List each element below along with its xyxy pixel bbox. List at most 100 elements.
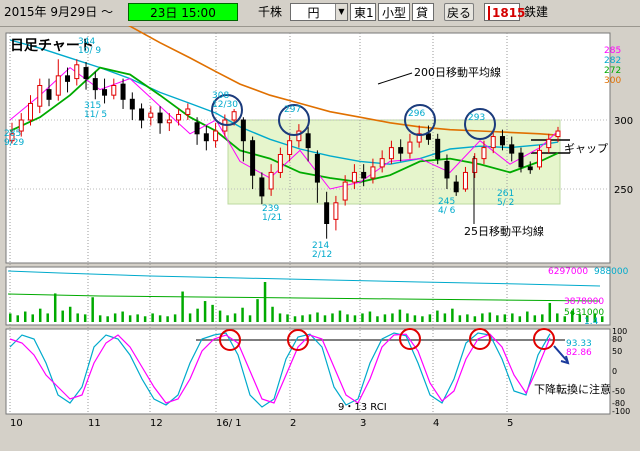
candle-body: [231, 111, 237, 121]
volume-bar: [488, 312, 492, 322]
volume-bar: [136, 314, 139, 322]
volume-bar: [263, 282, 267, 322]
volume-bar: [346, 314, 349, 322]
candle-body: [388, 147, 394, 160]
candle-body: [203, 133, 209, 142]
ma25-annotation: 25日移動平均線: [464, 224, 544, 238]
volume-bar: [361, 313, 364, 322]
x-tick-label: 11: [88, 418, 101, 429]
volume-bar: [83, 314, 87, 322]
candle-body: [250, 140, 256, 176]
currency-value: 円: [307, 6, 320, 20]
volume-bar: [383, 314, 387, 322]
x-tick-label: 2: [290, 418, 296, 429]
legend-value: 282: [604, 56, 621, 66]
x-tick-label: 5: [507, 418, 513, 429]
volume-bar: [391, 313, 394, 322]
candle-body: [370, 166, 376, 179]
candle-body: [490, 136, 496, 149]
volume-bar: [293, 316, 297, 322]
volume-bar: [248, 315, 252, 322]
candle-body: [546, 138, 552, 149]
candle-body: [65, 75, 71, 82]
volume-bar: [76, 313, 79, 322]
legend-value: 285: [604, 46, 621, 56]
volume-bar: [458, 315, 462, 322]
volume-bar: [38, 308, 42, 322]
candle-body: [259, 177, 265, 197]
candle-body: [536, 149, 542, 168]
volume-label: 988000: [594, 267, 629, 277]
candle-body: [425, 133, 431, 140]
volume-bar: [533, 315, 537, 322]
volume-bar: [473, 316, 477, 322]
candle-body: [472, 158, 478, 173]
volume-bar: [481, 313, 484, 322]
candle-body: [287, 140, 293, 155]
price-annotation-date: 4/ 6: [438, 206, 456, 216]
volume-bar: [53, 293, 57, 322]
end-datetime-field[interactable]: 23日 15:00: [128, 3, 238, 21]
candle-body: [194, 122, 200, 135]
price-annotation-date: 5/ 2: [497, 198, 514, 208]
candle-body: [398, 147, 404, 154]
x-tick-label: 12: [150, 418, 163, 429]
candle-body: [462, 171, 468, 190]
candle-body: [361, 171, 367, 179]
rci-warning-annotation: 下降転換に注意: [534, 382, 611, 396]
volume-bar: [143, 316, 147, 322]
volume-bar: [428, 314, 432, 322]
volume-bar: [106, 316, 109, 322]
price-annotation-date: 9/29: [4, 138, 24, 148]
x-tick-label: 16/ 1: [216, 418, 242, 429]
candle-body: [111, 85, 117, 96]
volume-bar: [181, 291, 184, 322]
chevron-down-icon[interactable]: ▼: [335, 4, 347, 20]
candle-body: [518, 152, 524, 168]
stock-code-field[interactable]: 1815: [484, 3, 526, 21]
volume-bar: [436, 310, 439, 322]
candle-body: [351, 171, 357, 183]
candle-body: [453, 181, 459, 193]
volume-bar: [398, 309, 402, 322]
volume-bar: [413, 315, 417, 322]
x-tick-label: 10: [10, 418, 23, 429]
volume-bar: [203, 301, 207, 322]
volume-bar: [233, 313, 237, 322]
candle-body: [342, 181, 348, 201]
candle-body: [296, 130, 302, 142]
volume-bar: [406, 313, 409, 322]
currency-select[interactable]: 円 ▼: [290, 3, 348, 21]
rci-tick-label: -100: [612, 407, 630, 416]
volume-bar: [556, 313, 559, 322]
candle-body: [102, 89, 108, 96]
volume-bar: [376, 316, 379, 322]
volume-bar: [353, 315, 357, 322]
volume-bar: [286, 314, 289, 322]
candle-body: [28, 102, 34, 121]
ma200-annotation: 200日移動平均線: [414, 65, 501, 79]
volume-bar: [518, 316, 522, 322]
volume-bar: [31, 314, 34, 322]
rci-value: 82.86: [566, 348, 592, 358]
volume-bar: [46, 313, 49, 322]
candle-body: [481, 147, 487, 160]
volume-bar: [451, 308, 454, 322]
candle-body: [139, 108, 145, 121]
volume-bar: [91, 297, 94, 322]
volume-bar: [511, 313, 514, 322]
candle-body: [148, 112, 154, 118]
volume-bar: [128, 315, 132, 322]
volume-bar: [158, 315, 162, 322]
volume-label: 6297000: [548, 267, 588, 277]
volume-bar: [526, 311, 529, 322]
candle-body: [55, 75, 61, 96]
volume-bar: [278, 313, 282, 322]
market-badge: 東1: [350, 3, 376, 21]
price-annotation: 296: [408, 109, 425, 119]
gap-annotation: ギャップ: [564, 142, 608, 155]
candle-body: [305, 133, 311, 149]
candle-body: [157, 112, 163, 124]
stock-name: 鉄建: [524, 5, 549, 19]
back-button[interactable]: 戻る: [444, 3, 474, 21]
